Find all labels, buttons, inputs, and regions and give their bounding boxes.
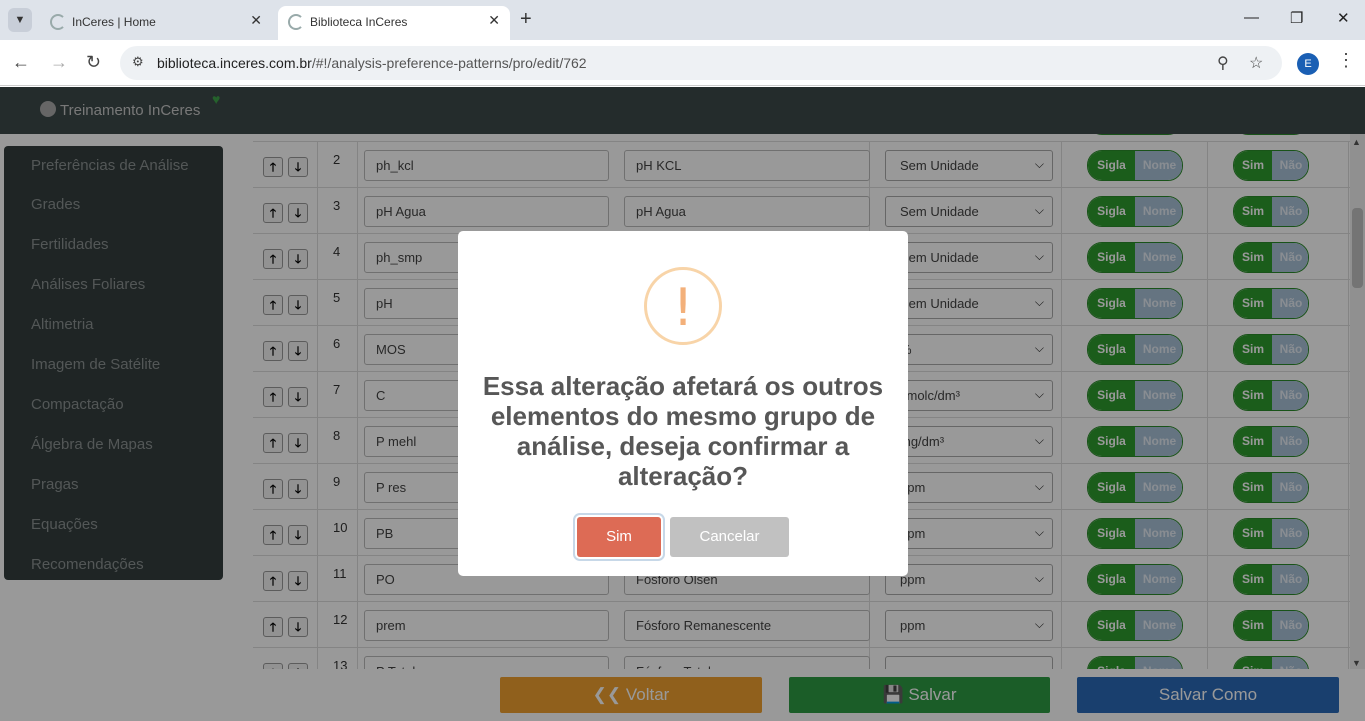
tab-search-button[interactable]: ▼	[8, 8, 32, 32]
tab-title: Biblioteca InCeres	[310, 15, 408, 29]
cancel-button[interactable]: Cancelar	[670, 517, 789, 557]
url-path: /#!/analysis-preference-patterns/pro/edi…	[311, 55, 587, 71]
warning-exclamation: !	[672, 278, 694, 338]
warning-icon: !	[644, 267, 722, 345]
close-window-icon[interactable]: ✕	[1337, 9, 1350, 27]
confirm-button[interactable]: Sim	[577, 517, 661, 557]
zoom-icon[interactable]: ⚲	[1217, 53, 1229, 73]
dialog-message: Essa alteração afetará os outros element…	[482, 371, 884, 491]
loading-spinner-icon	[50, 14, 66, 30]
browser-menu-icon[interactable]: ⋮	[1337, 50, 1355, 71]
address-bar[interactable]: ⚙ biblioteca.inceres.com.br/#!/analysis-…	[120, 46, 1282, 80]
back-arrow-icon[interactable]: ←	[12, 52, 30, 73]
minimize-icon[interactable]: —	[1244, 9, 1259, 26]
new-tab-plus-icon[interactable]: +	[520, 8, 532, 31]
browser-toolbar: ← → ↻ ⚙ biblioteca.inceres.com.br/#!/ana…	[0, 40, 1365, 86]
forward-arrow-icon[interactable]: →	[50, 52, 68, 73]
browser-tab-biblioteca[interactable]: Biblioteca InCeres ✕	[278, 6, 510, 40]
reload-icon[interactable]: ↻	[86, 52, 101, 73]
url-host: biblioteca.inceres.com.br	[157, 55, 312, 71]
tab-close-icon[interactable]: ✕	[488, 12, 500, 29]
loading-spinner-icon	[288, 14, 304, 30]
site-settings-icon[interactable]: ⚙	[132, 54, 144, 70]
restore-window-icon[interactable]: ❐	[1290, 9, 1303, 27]
browser-tab-strip: ▼ InCeres | Home ✕ Biblioteca InCeres ✕ …	[0, 0, 1365, 40]
bookmark-star-icon[interactable]: ☆	[1249, 53, 1263, 73]
url-text: biblioteca.inceres.com.br/#!/analysis-pr…	[157, 55, 587, 71]
profile-avatar[interactable]: E	[1297, 53, 1319, 75]
browser-tab-inceres-home[interactable]: InCeres | Home ✕	[40, 6, 272, 40]
tab-close-icon[interactable]: ✕	[250, 12, 262, 29]
confirm-dialog: ! Essa alteração afetará os outros eleme…	[458, 231, 908, 576]
tab-title: InCeres | Home	[72, 15, 156, 29]
